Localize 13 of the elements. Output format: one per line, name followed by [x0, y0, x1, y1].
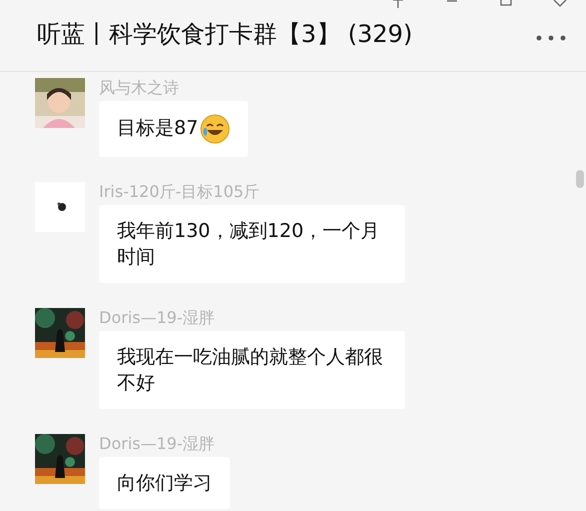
maximize-icon[interactable]	[498, 0, 514, 8]
window-title: 听蓝丨科学饮食打卡群【3】 (329)	[37, 19, 412, 50]
message-bubble: 我现在一吃油腻的就整个人都很不好	[99, 331, 405, 409]
sender-name: Iris-120斤-目标105斤	[99, 182, 260, 202]
message-bubble: 向你们学习	[99, 457, 230, 509]
more-icon[interactable]	[536, 35, 566, 41]
sender-name: Doris—19-湿胖	[99, 434, 215, 454]
sender-name: Doris—19-湿胖	[99, 308, 215, 328]
laughing-face-icon	[200, 114, 230, 144]
scrollbar-thumb[interactable]	[576, 170, 584, 188]
message-bubble: 我年前130，减到120，一个月时间	[99, 205, 405, 283]
sender-name: 风与木之诗	[99, 78, 179, 98]
message-bubble: 目标是87	[99, 101, 248, 157]
